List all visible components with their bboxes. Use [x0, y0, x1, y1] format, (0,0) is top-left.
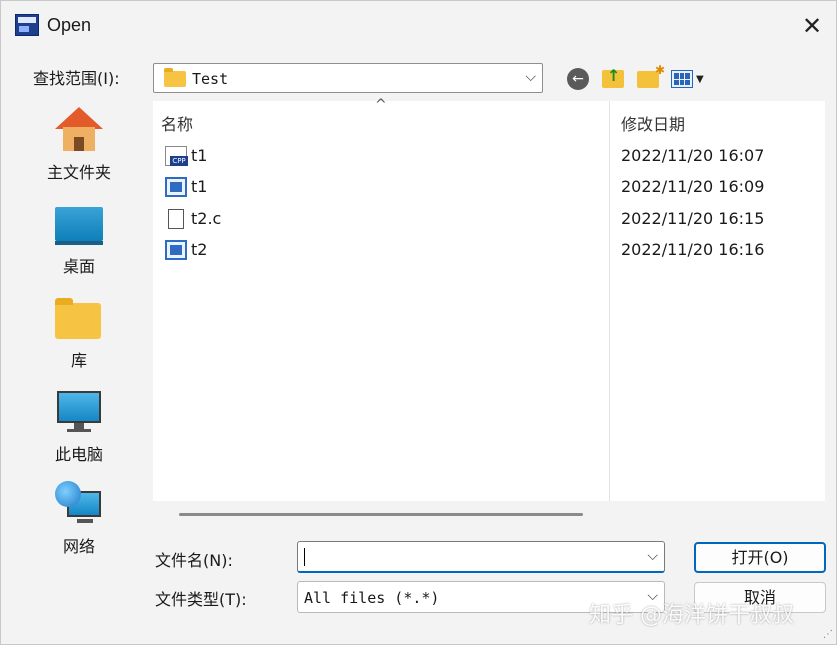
file-list[interactable]: 名称 ^ 修改日期 t1 2022/11/20 16:07 t1 2022/11… — [153, 97, 825, 501]
file-row[interactable]: t1 2022/11/20 16:09 — [153, 172, 825, 202]
horizontal-scrollbar[interactable] — [153, 501, 825, 529]
place-label: 桌面 — [62, 257, 95, 276]
place-label: 此电脑 — [54, 445, 103, 464]
file-name: t1 — [191, 177, 208, 196]
look-in-value: Test — [192, 70, 229, 88]
chevron-down-icon[interactable]: ⌵ — [525, 69, 536, 85]
file-date: 2022/11/20 16:15 — [621, 209, 765, 228]
watermark: 知乎 @海洋饼干叔叔 — [589, 603, 794, 628]
dev-cpp-app-icon — [15, 14, 39, 36]
library-folder-icon — [55, 295, 103, 343]
place-network[interactable]: 网络 — [15, 477, 143, 561]
text-caret — [304, 548, 305, 566]
file-name-input[interactable]: ⌵ — [297, 541, 665, 573]
file-name: t2 — [191, 240, 208, 259]
file-row[interactable]: t1 2022/11/20 16:07 — [153, 141, 825, 171]
file-name: t1 — [191, 146, 208, 165]
places-bar: 主文件夹 桌面 库 此电脑 网络 — [15, 101, 145, 641]
column-header-modified[interactable]: 修改日期 — [621, 111, 685, 135]
folder-icon — [164, 68, 186, 87]
look-in-combobox[interactable]: Test ⌵ — [153, 63, 543, 93]
chevron-down-icon[interactable]: ⌵ — [647, 548, 658, 564]
place-library[interactable]: 库 — [15, 291, 143, 375]
back-arrow-icon: ← — [567, 68, 589, 90]
scrollbar-thumb[interactable] — [179, 513, 583, 516]
sort-ascending-icon: ^ — [375, 97, 387, 113]
up-folder-button[interactable] — [601, 66, 625, 91]
file-row[interactable]: t2 2022/11/20 16:16 — [153, 235, 825, 265]
file-name: t2.c — [191, 209, 222, 228]
title-bar[interactable]: Open ✕ — [1, 1, 836, 51]
cpp-file-icon — [165, 146, 188, 166]
place-label: 库 — [70, 351, 87, 370]
close-button[interactable]: ✕ — [795, 9, 829, 43]
new-folder-button[interactable] — [636, 63, 665, 91]
place-this-pc[interactable]: 此电脑 — [15, 385, 143, 469]
file-date: 2022/11/20 16:07 — [621, 146, 765, 165]
exe-file-icon — [165, 177, 187, 197]
network-icon — [55, 481, 103, 529]
home-icon — [55, 107, 103, 155]
place-label: 网络 — [62, 537, 95, 556]
resize-grip-icon[interactable]: ⋰ — [823, 629, 833, 640]
file-type-value: All files (*.*) — [304, 589, 440, 607]
place-home[interactable]: 主文件夹 — [15, 103, 143, 187]
file-row[interactable]: t2.c 2022/11/20 16:15 — [153, 204, 825, 234]
file-name-label: 文件名(N): — [155, 551, 233, 570]
desktop-icon — [55, 201, 103, 249]
computer-icon — [55, 389, 103, 437]
back-button[interactable]: ← — [566, 67, 590, 91]
open-dialog: Open ✕ 查找范围(I): Test ⌵ ← ▼ 主文件夹 桌面 — [0, 0, 837, 645]
up-folder-icon — [602, 66, 624, 88]
c-file-icon — [168, 209, 184, 229]
view-menu-icon — [671, 70, 693, 88]
caret-down-icon: ▼ — [696, 73, 704, 85]
place-label: 主文件夹 — [46, 163, 111, 182]
window-title: Open — [47, 15, 92, 35]
open-button[interactable]: 打开(O) — [694, 542, 826, 573]
file-type-label: 文件类型(T): — [155, 590, 247, 609]
column-header-name[interactable]: 名称 — [161, 111, 193, 135]
file-date: 2022/11/20 16:09 — [621, 177, 765, 196]
place-desktop[interactable]: 桌面 — [15, 197, 143, 281]
exe-file-icon — [165, 240, 187, 260]
look-in-label: 查找范围(I): — [33, 69, 120, 88]
file-date: 2022/11/20 16:16 — [621, 240, 765, 259]
view-menu-button[interactable]: ▼ — [671, 67, 711, 91]
new-folder-icon — [637, 63, 665, 88]
